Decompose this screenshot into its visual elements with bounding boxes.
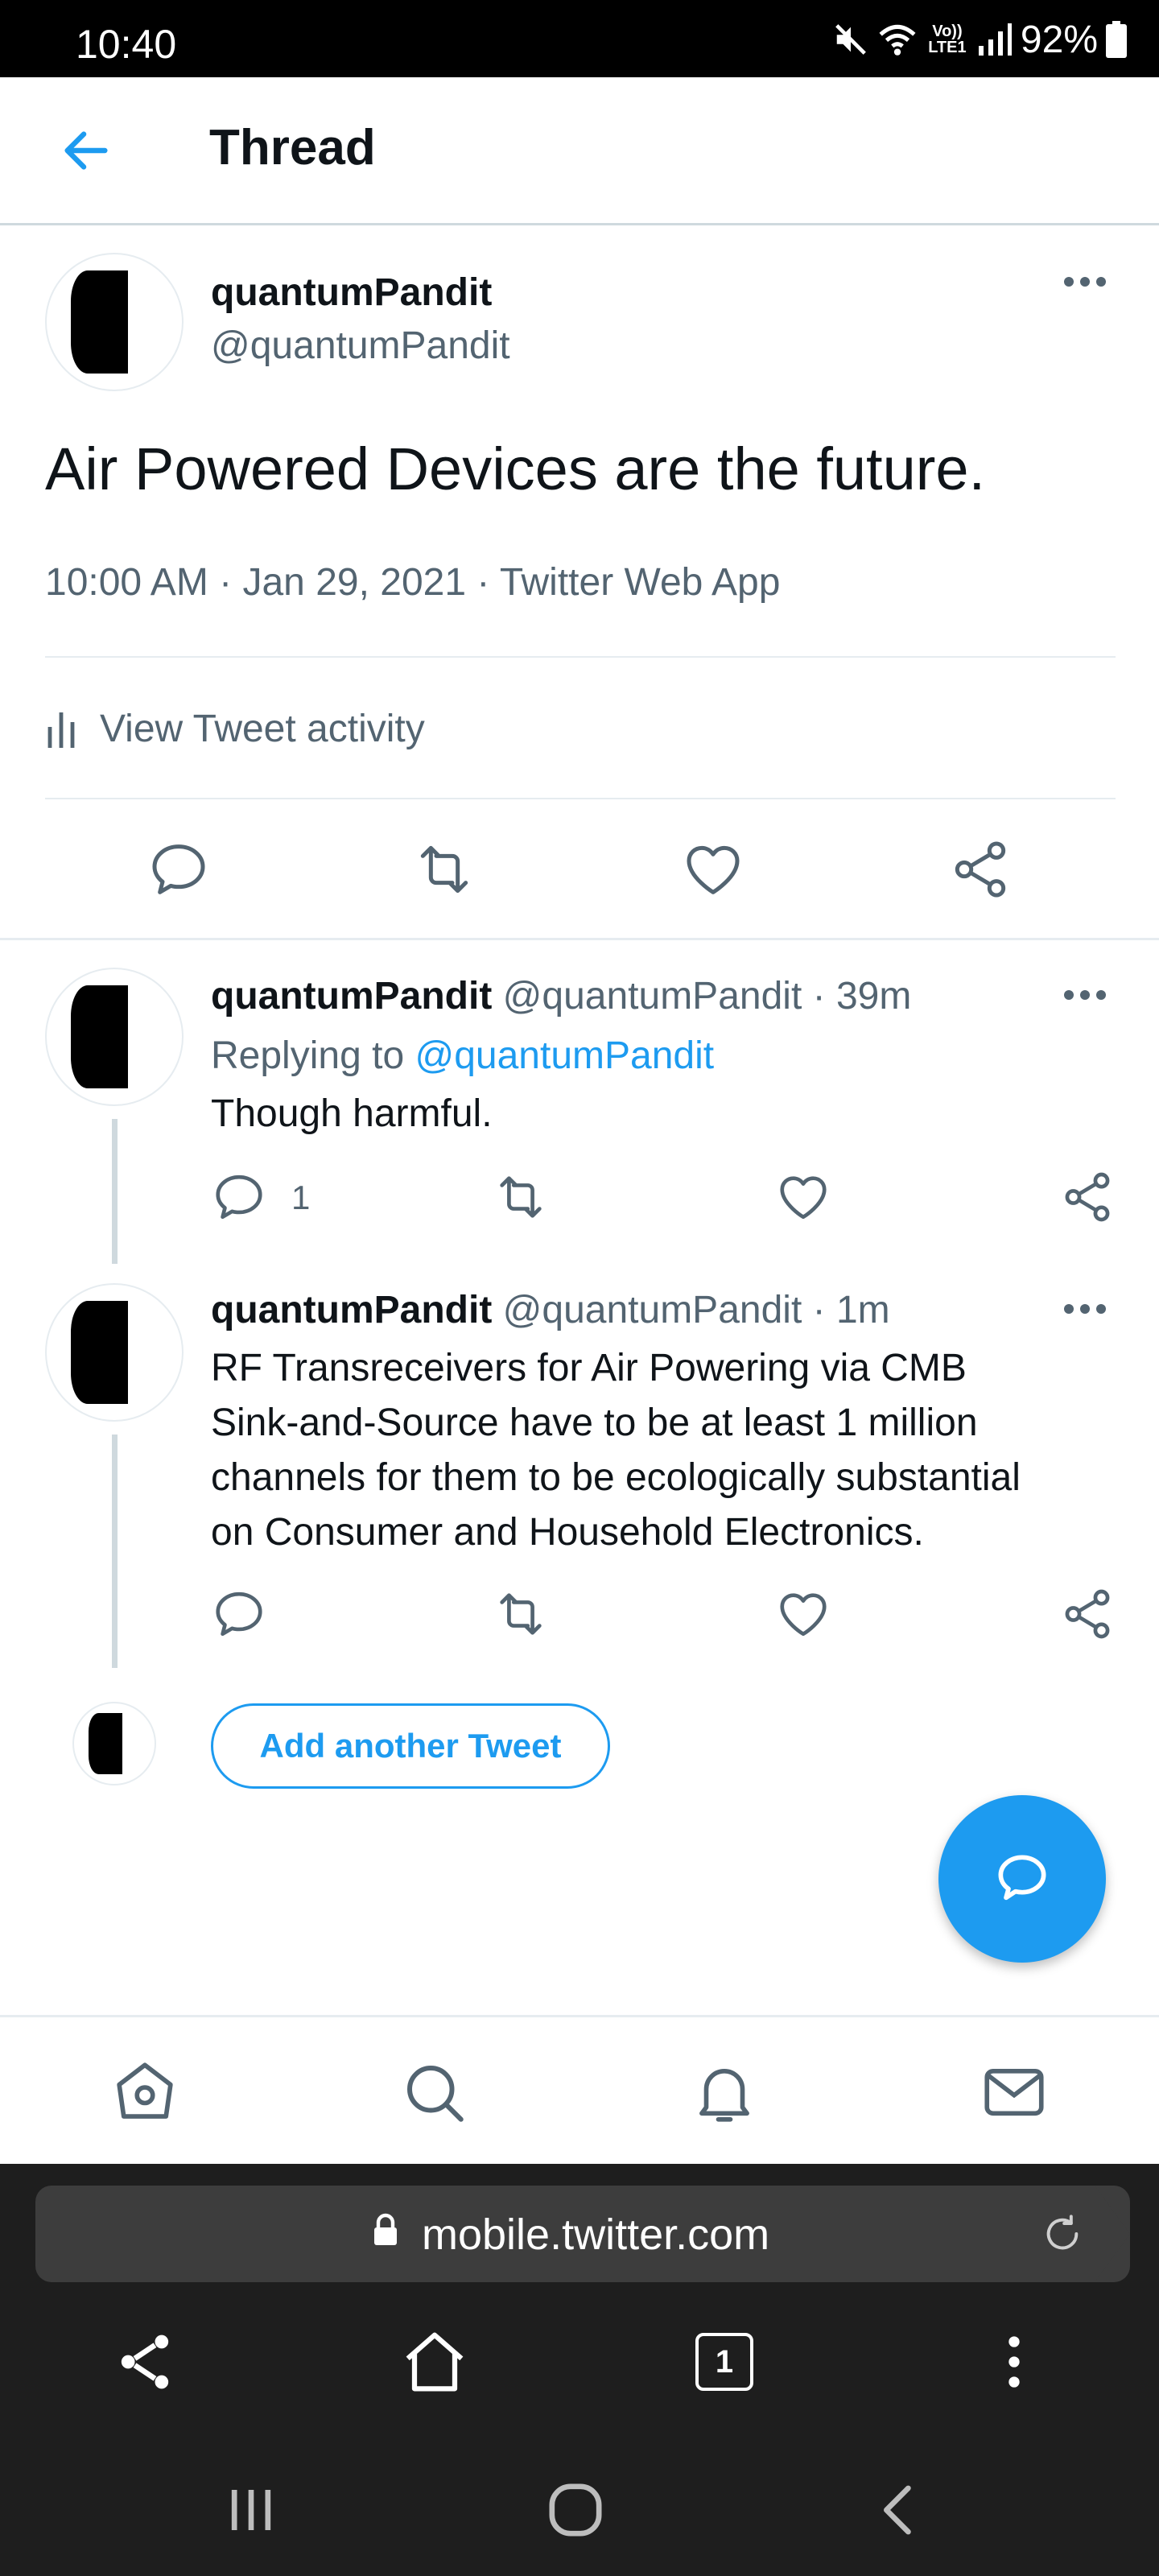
home-icon[interactable] [109, 2056, 181, 2128]
url-bar-tip [1095, 2186, 1130, 2282]
url-text[interactable]: mobile.twitter.com [422, 2210, 769, 2260]
activity-label: View Tweet activity [100, 707, 425, 750]
avatar[interactable] [45, 1283, 184, 1422]
thread-line [112, 1119, 118, 1264]
timestamp[interactable]: 1m [836, 1289, 890, 1331]
signal-icon [977, 22, 1013, 57]
like-icon[interactable] [681, 837, 745, 902]
avatar[interactable] [45, 968, 184, 1106]
status-icons: Vo)) LTE1 92% [832, 18, 1127, 61]
divider [45, 656, 1116, 658]
status-time: 10:40 [76, 22, 177, 67]
reply-icon[interactable] [211, 1586, 267, 1642]
share-icon[interactable] [1059, 1586, 1116, 1642]
compose-icon [998, 1855, 1046, 1901]
page-title: Thread [209, 120, 376, 175]
replying-to: Replying to @quantumPandit [211, 1034, 714, 1078]
system-back-icon[interactable] [860, 2470, 940, 2550]
tab-count: 1 [715, 2343, 734, 2380]
browser-home-icon[interactable] [394, 2322, 475, 2402]
status-bar: 10:40 Vo)) LTE1 92% [0, 0, 1159, 77]
retweet-icon[interactable] [493, 1586, 549, 1642]
more-icon[interactable] [1062, 987, 1107, 1003]
thread-line [112, 1435, 118, 1668]
author-name[interactable]: quantumPandit [211, 975, 492, 1018]
retweet-icon[interactable] [493, 1169, 549, 1225]
share-icon[interactable] [948, 837, 1013, 902]
reply-header: quantumPandit @quantumPandit · 1m [211, 1288, 890, 1332]
avatar [72, 1702, 156, 1785]
author-name[interactable]: quantumPandit [211, 270, 492, 315]
bottom-nav [0, 2015, 1159, 2164]
system-home-icon[interactable] [535, 2470, 616, 2550]
avatar[interactable] [45, 253, 184, 391]
tweet-text-line: RF Transreceivers for Air Powering via C… [211, 1347, 967, 1389]
add-another-tweet-button[interactable]: Add another Tweet [211, 1703, 610, 1789]
view-activity-button[interactable]: View Tweet activity [45, 700, 425, 757]
more-icon[interactable] [1062, 1301, 1107, 1317]
mute-icon [832, 21, 869, 58]
replying-to-link[interactable]: @quantumPandit [415, 1034, 714, 1077]
messages-icon[interactable] [978, 2056, 1050, 2128]
separator: · [802, 975, 836, 1018]
network-label: Vo)) LTE1 [928, 23, 967, 56]
share-icon[interactable] [1059, 1169, 1116, 1225]
tweet-text-line: Sink-and-Source have to be at least 1 mi… [211, 1402, 978, 1444]
replying-prefix: Replying to [211, 1034, 415, 1077]
wifi-icon [877, 21, 918, 58]
like-icon[interactable] [775, 1169, 831, 1225]
header: Thread [0, 77, 1159, 225]
notifications-icon[interactable] [688, 2056, 761, 2128]
recents-icon[interactable] [211, 2470, 291, 2550]
reply-icon[interactable] [211, 1169, 267, 1225]
author-name[interactable]: quantumPandit [211, 1289, 492, 1331]
divider [0, 938, 1159, 940]
tweet-text-line: channels for them to be ecologically sub… [211, 1456, 1021, 1499]
reply-count: 1 [291, 1179, 311, 1216]
separator: · [802, 1289, 836, 1331]
analytics-icon [45, 708, 77, 749]
menu-icon[interactable] [974, 2322, 1054, 2402]
author-handle[interactable]: @quantumPandit [211, 324, 510, 368]
author-handle[interactable]: @quantumPandit [503, 975, 802, 1018]
browser-bar: mobile.twitter.com 1 [0, 2164, 1159, 2576]
share-icon[interactable] [105, 2322, 185, 2402]
tweet-meta: 10:00 AM · Jan 29, 2021 · Twitter Web Ap… [45, 561, 781, 604]
tweet-text: Though harmful. [211, 1092, 493, 1135]
like-icon[interactable] [775, 1586, 831, 1642]
battery-percent: 92% [1020, 18, 1098, 61]
more-icon[interactable] [1062, 274, 1107, 290]
reply-icon[interactable] [146, 837, 211, 902]
divider [45, 798, 1116, 799]
timestamp[interactable]: 39m [836, 975, 911, 1018]
tabs-button[interactable]: 1 [684, 2322, 765, 2402]
arrow-left-icon [64, 131, 108, 170]
retweet-icon[interactable] [412, 837, 476, 902]
tweet-text: RF Transreceivers for Air Powering via C… [211, 1341, 1136, 1560]
reload-icon[interactable] [1041, 2213, 1083, 2255]
tweet-text: Air Powered Devices are the future. [45, 436, 986, 502]
search-icon[interactable] [398, 2056, 470, 2128]
back-button[interactable] [58, 122, 114, 179]
author-handle[interactable]: @quantumPandit [503, 1289, 802, 1331]
compose-button[interactable] [938, 1795, 1106, 1963]
battery-icon [1106, 21, 1127, 58]
reply-header: quantumPandit @quantumPandit · 39m [211, 974, 911, 1018]
tweet-text-line: on Consumer and Household Electronics. [211, 1511, 924, 1554]
lock-icon [372, 2213, 399, 2248]
url-bar[interactable]: mobile.twitter.com [35, 2186, 1130, 2282]
